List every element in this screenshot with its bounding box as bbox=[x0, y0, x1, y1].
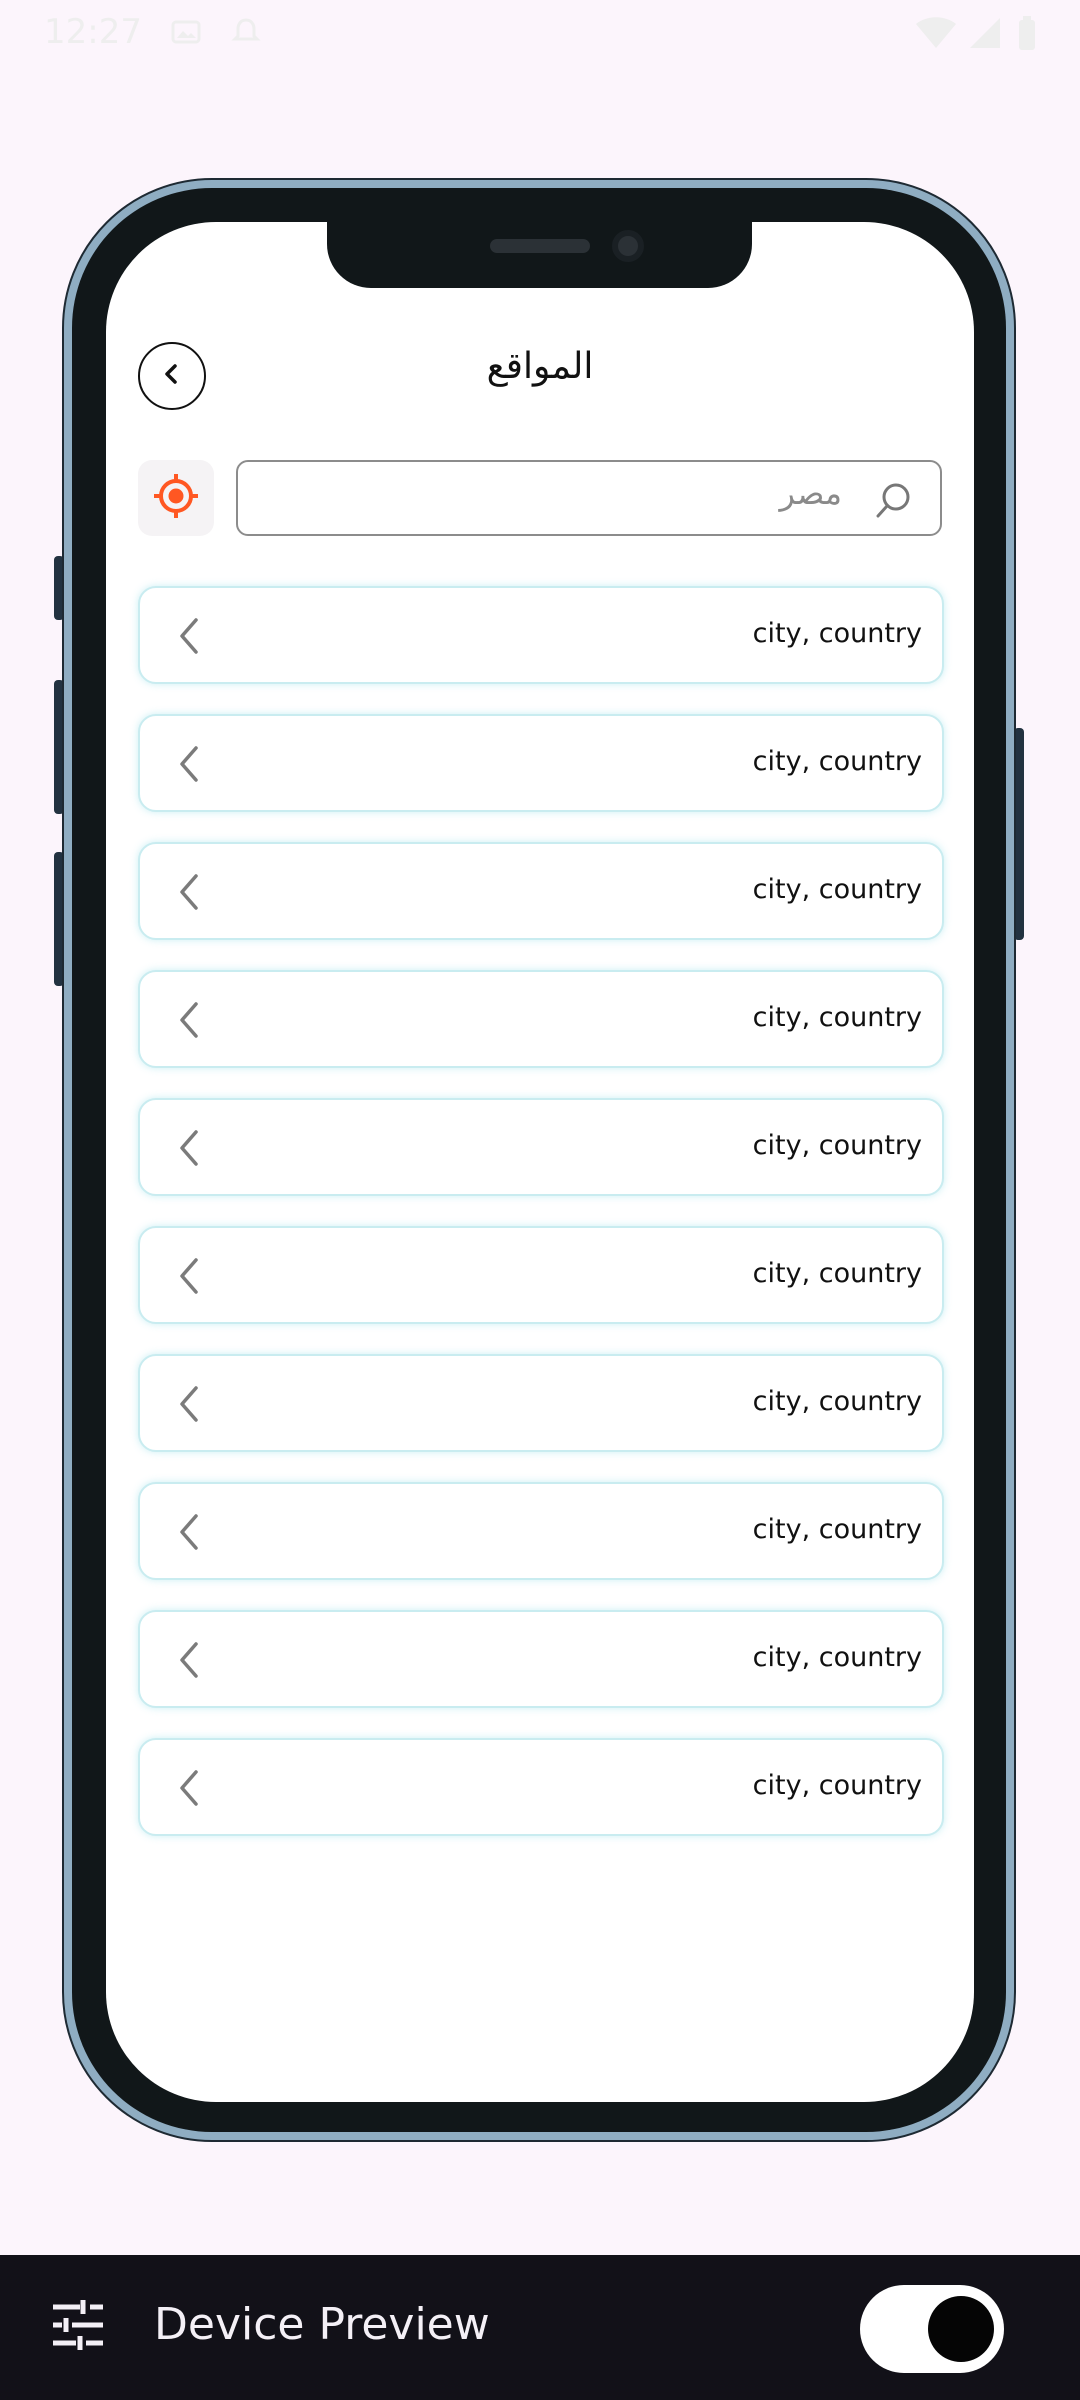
gallery-icon bbox=[170, 16, 202, 57]
target-location-icon bbox=[152, 472, 200, 524]
chevron-left-icon bbox=[178, 1770, 200, 1810]
chevron-left-icon bbox=[178, 1386, 200, 1426]
status-time: 12:27 bbox=[44, 12, 142, 52]
tune-settings-icon[interactable] bbox=[50, 2297, 106, 2357]
chevron-left-icon bbox=[178, 1642, 200, 1682]
toggle-knob bbox=[928, 2296, 994, 2362]
search-icon bbox=[874, 480, 914, 524]
location-item[interactable]: city, country bbox=[138, 714, 944, 812]
location-label: city, country bbox=[752, 746, 922, 777]
location-item[interactable]: city, country bbox=[138, 1482, 944, 1580]
locations-list: city, country city, country city, countr… bbox=[138, 586, 944, 1866]
location-item[interactable]: city, country bbox=[138, 1738, 944, 1836]
location-label: city, country bbox=[752, 1514, 922, 1545]
phone-camera bbox=[612, 230, 644, 262]
location-label: city, country bbox=[752, 1130, 922, 1161]
location-item[interactable]: city, country bbox=[138, 586, 944, 684]
phone-screen: المواقع مصر city, country city, country … bbox=[106, 222, 974, 2102]
device-preview-label: Device Preview bbox=[154, 2299, 490, 2350]
chevron-left-icon bbox=[178, 618, 200, 658]
phone-notch bbox=[327, 188, 752, 288]
location-label: city, country bbox=[752, 1642, 922, 1673]
wifi-icon bbox=[916, 16, 956, 59]
device-preview-toggle[interactable] bbox=[860, 2285, 1004, 2373]
location-item[interactable]: city, country bbox=[138, 1610, 944, 1708]
chevron-left-icon bbox=[178, 874, 200, 914]
location-item[interactable]: city, country bbox=[138, 842, 944, 940]
location-item[interactable]: city, country bbox=[138, 1354, 944, 1452]
location-label: city, country bbox=[752, 874, 922, 905]
battery-icon bbox=[1016, 16, 1038, 61]
location-label: city, country bbox=[752, 1002, 922, 1033]
phone-speaker bbox=[490, 239, 590, 253]
location-item[interactable]: city, country bbox=[138, 1226, 944, 1324]
search-input-value: مصر bbox=[779, 474, 842, 512]
location-label: city, country bbox=[752, 1386, 922, 1417]
location-item[interactable]: city, country bbox=[138, 970, 944, 1068]
current-location-button[interactable] bbox=[138, 460, 214, 536]
location-item[interactable]: city, country bbox=[138, 1098, 944, 1196]
location-label: city, country bbox=[752, 1258, 922, 1289]
location-label: city, country bbox=[752, 618, 922, 649]
chevron-left-icon bbox=[178, 1258, 200, 1298]
notification-icon bbox=[230, 16, 262, 57]
chevron-left-icon bbox=[178, 746, 200, 786]
device-preview-toolbar: Device Preview bbox=[0, 2255, 1080, 2400]
location-label: city, country bbox=[752, 1770, 922, 1801]
status-bar: 12:27 bbox=[0, 0, 1080, 64]
chevron-left-icon bbox=[178, 1514, 200, 1554]
signal-icon bbox=[968, 16, 1002, 59]
search-input[interactable]: مصر bbox=[236, 460, 942, 536]
chevron-left-icon bbox=[178, 1130, 200, 1170]
page-title: المواقع bbox=[486, 346, 594, 387]
chevron-left-icon bbox=[178, 1002, 200, 1042]
